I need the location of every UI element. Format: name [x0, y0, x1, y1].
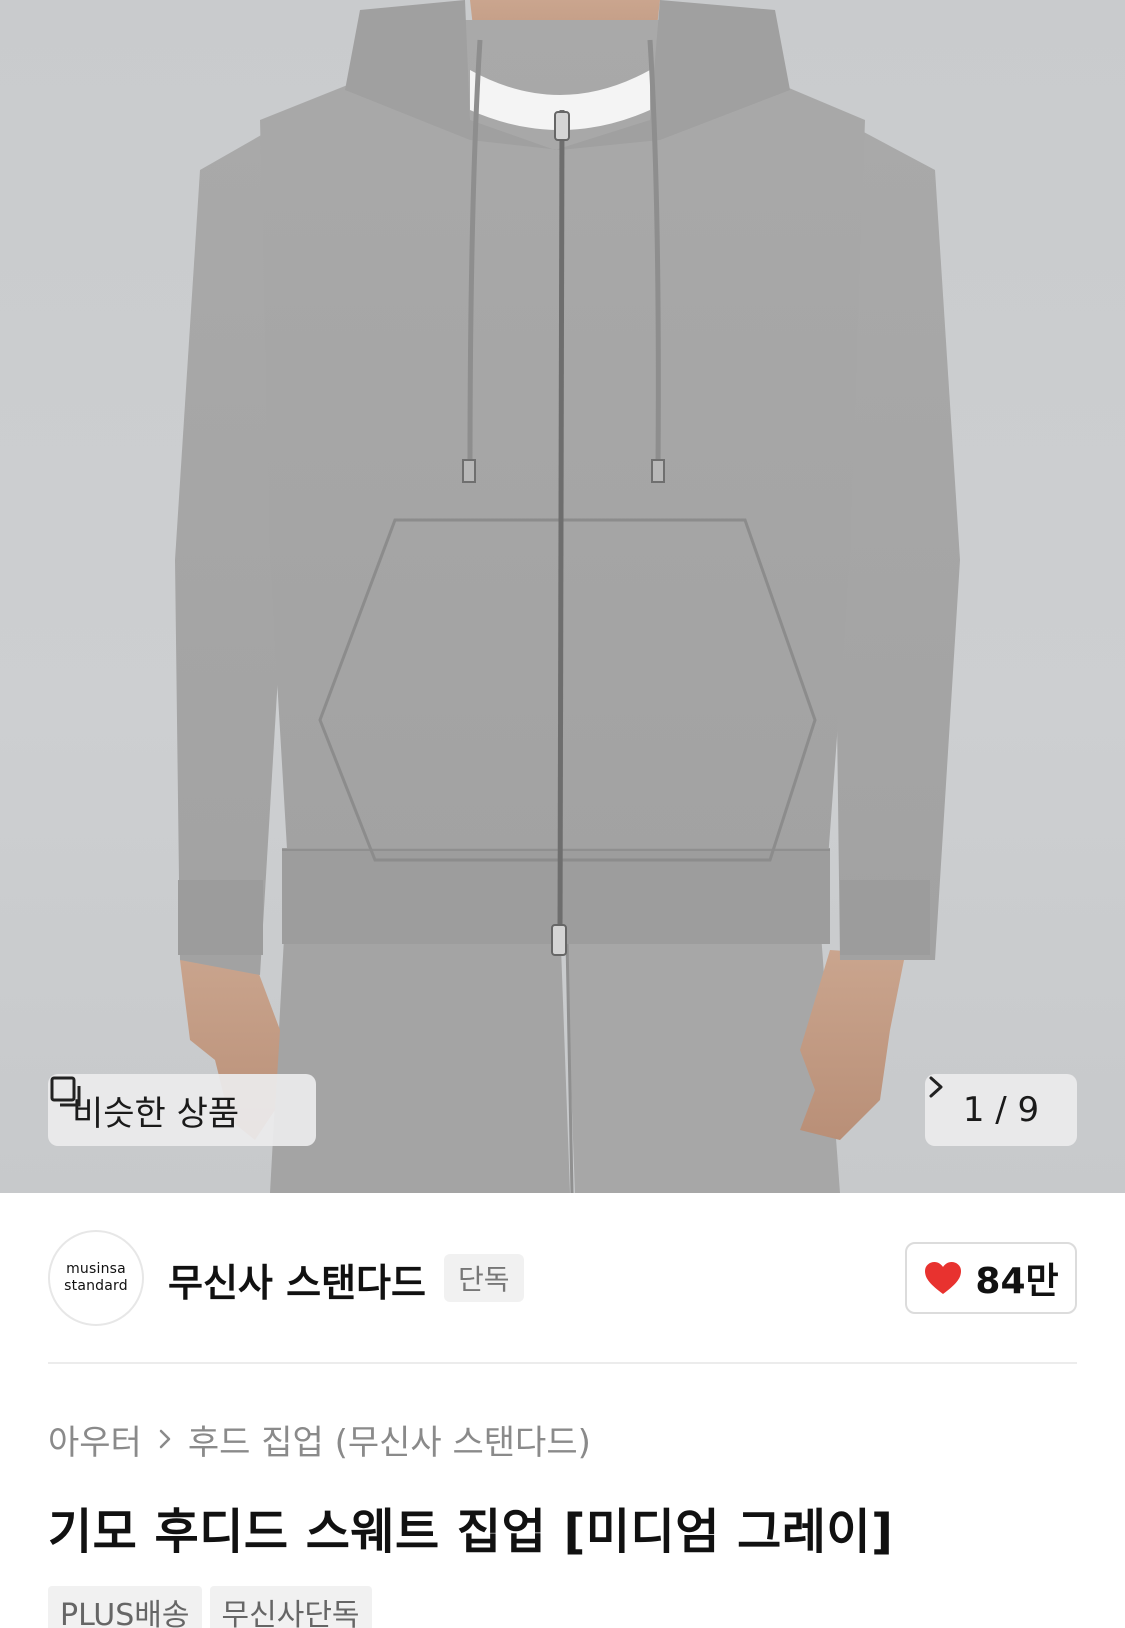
similar-icon — [50, 1076, 81, 1107]
image-counter-separator: / — [995, 1090, 1007, 1130]
tag-plus-delivery: PLUS배송 — [48, 1586, 202, 1628]
brand-row: musinsa standard 무신사 스탠다드 단독 84만 — [48, 1230, 1077, 1326]
tag-musinsa-exclusive: 무신사단독 — [209, 1586, 372, 1628]
brand-logo-line2: standard — [64, 1278, 128, 1294]
product-title: 기모 후디드 스웨트 집업 [미디엄 그레이] — [48, 1504, 894, 1560]
exclusive-badge: 단독 — [444, 1254, 524, 1302]
image-counter-button[interactable]: 1 / 9 — [925, 1074, 1077, 1146]
image-counter: 1 / 9 — [963, 1090, 1039, 1130]
product-tags: PLUS배송 무신사단독 — [48, 1586, 372, 1628]
breadcrumb-category[interactable]: 아우터 — [48, 1415, 142, 1464]
similar-products-button[interactable]: 비슷한 상품 — [48, 1074, 316, 1146]
brand-logo-line1: musinsa — [66, 1261, 126, 1277]
product-image-gallery[interactable]: 비슷한 상품 1 / 9 — [0, 0, 1125, 1193]
section-divider — [48, 1362, 1077, 1364]
image-counter-current: 1 — [962, 1090, 985, 1130]
brand-logo[interactable]: musinsa standard — [48, 1230, 144, 1326]
chevron-right-icon — [929, 1076, 943, 1098]
chevron-right-icon — [159, 1429, 171, 1449]
similar-products-label: 비슷한 상품 — [72, 1093, 240, 1134]
like-button[interactable]: 84만 — [905, 1242, 1077, 1314]
breadcrumb-subcategory[interactable]: 후드 집업 (무신사 스탠다드) — [188, 1415, 591, 1464]
breadcrumb: 아우터 후드 집업 (무신사 스탠다드) — [48, 1414, 591, 1464]
image-counter-total: 9 — [1017, 1090, 1040, 1130]
like-count: 84만 — [975, 1261, 1059, 1302]
product-photo — [175, 0, 960, 1193]
heart-icon — [925, 1262, 962, 1294]
brand-name-link[interactable]: 무신사 스탠다드 — [168, 1252, 426, 1307]
